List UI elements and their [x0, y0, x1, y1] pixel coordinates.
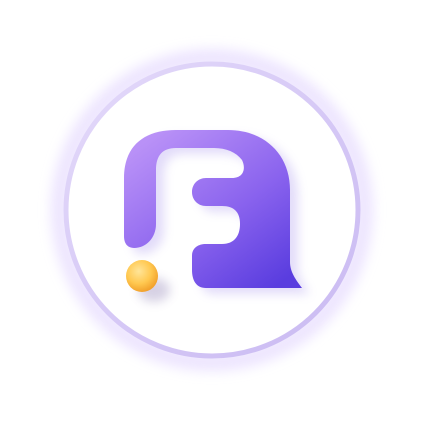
app-logo-icon [51, 49, 373, 371]
accent-dot [126, 260, 158, 292]
app-icon-canvas [0, 0, 425, 424]
